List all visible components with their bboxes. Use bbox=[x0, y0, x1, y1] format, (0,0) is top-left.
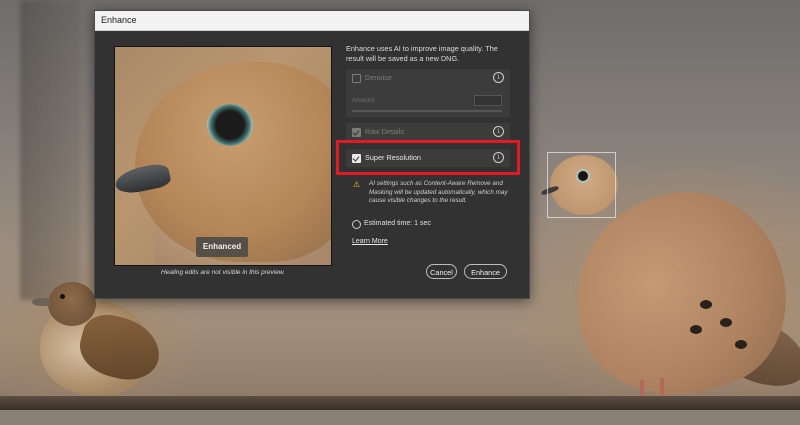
dove-wing-spot bbox=[690, 325, 702, 334]
background-tree bbox=[20, 0, 80, 300]
raw-details-panel: Raw Details i bbox=[346, 123, 510, 141]
dialog-title: Enhance bbox=[95, 11, 529, 31]
amount-slider bbox=[352, 110, 502, 112]
raw-details-checkbox[interactable] bbox=[352, 128, 361, 137]
raw-details-label: Raw Details bbox=[365, 127, 404, 136]
dove-wing-spot bbox=[735, 340, 747, 349]
preview-dove-eye bbox=[207, 104, 253, 146]
preview-note: Healing edits are not visible in this pr… bbox=[161, 269, 285, 276]
enhance-preview[interactable]: Enhanced bbox=[114, 46, 332, 266]
enhance-button[interactable]: Enhance bbox=[464, 264, 507, 279]
dove-wing-spot bbox=[700, 300, 712, 309]
raw-details-row: Raw Details i bbox=[346, 123, 510, 141]
denoise-label: Denoise bbox=[365, 73, 392, 82]
warning-text: AI settings such as Content-Aware Remove… bbox=[369, 180, 508, 204]
warning-icon: ⚠ bbox=[353, 180, 361, 189]
selection-box[interactable] bbox=[547, 152, 616, 218]
sparrow-head bbox=[48, 282, 96, 326]
dove-wing-spot bbox=[720, 318, 732, 327]
dialog-description: Enhance uses AI to improve image quality… bbox=[346, 44, 498, 63]
stopwatch-icon bbox=[352, 220, 361, 229]
preview-label: Enhanced bbox=[196, 237, 248, 257]
info-icon[interactable]: i bbox=[493, 72, 504, 83]
preview-dove-head bbox=[135, 62, 331, 262]
info-icon[interactable]: i bbox=[493, 126, 504, 137]
estimated-time: Estimated time: 1 sec bbox=[364, 220, 431, 227]
highlight-box bbox=[336, 140, 520, 175]
sparrow-beak bbox=[32, 298, 50, 306]
denoise-checkbox[interactable] bbox=[352, 74, 361, 83]
amount-label: Amount bbox=[352, 97, 375, 104]
sparrow-eye bbox=[60, 294, 65, 299]
denoise-row: Denoise i bbox=[346, 69, 510, 87]
amount-input bbox=[474, 95, 502, 106]
learn-more-link[interactable]: Learn More bbox=[352, 238, 388, 245]
options-column: Enhance uses AI to improve image quality… bbox=[346, 44, 516, 64]
wooden-rail bbox=[0, 396, 800, 410]
denoise-panel: Denoise i Amount bbox=[346, 69, 510, 117]
cancel-button[interactable]: Cancel bbox=[426, 264, 457, 279]
